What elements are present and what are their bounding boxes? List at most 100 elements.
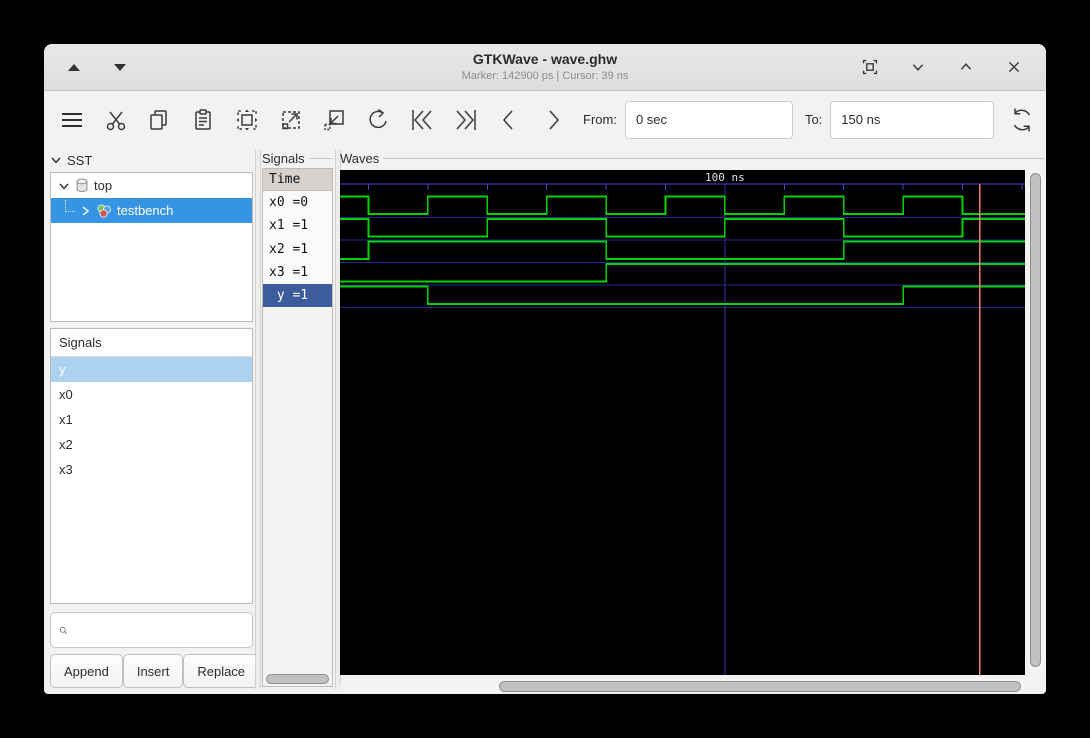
zoom-in-icon xyxy=(281,110,300,129)
close-button[interactable] xyxy=(1002,55,1026,79)
chevron-right-icon xyxy=(549,110,560,129)
main-content: SST top testbench Signals y x0 x1 x2 x3 … xyxy=(44,148,1046,694)
zoom-fit-icon xyxy=(236,109,258,130)
frame-divider xyxy=(308,157,333,159)
insert-button[interactable]: Insert xyxy=(122,654,184,688)
waves-panel: Waves 100 ns xyxy=(340,150,1044,693)
copy-icon xyxy=(150,109,168,130)
signals-hscrollbar[interactable] xyxy=(265,673,330,684)
time-header[interactable]: Time xyxy=(263,169,332,191)
desktop: { "window": { "title": "GTKWave - wave.g… xyxy=(0,0,1090,738)
signal-row-x2[interactable]: x2 =1 xyxy=(263,237,332,261)
database-cylinder-icon xyxy=(76,178,88,192)
signals-frame-label: Signals xyxy=(262,150,305,166)
waves-frame-label: Waves xyxy=(340,150,380,166)
chevron-up-icon xyxy=(960,63,972,70)
signal-list-item-x2[interactable]: x2 xyxy=(51,432,252,457)
signal-search-panel: Signals y x0 x1 x2 x3 xyxy=(50,328,253,604)
zoom-in-button[interactable] xyxy=(271,100,311,140)
zoom-out-button[interactable] xyxy=(315,100,355,140)
toolbar: From: To: xyxy=(44,91,1046,148)
shade-down-button[interactable] xyxy=(108,55,132,79)
gtkwave-window: GTKWave - wave.ghw Marker: 142900 ps | C… xyxy=(44,44,1046,694)
signal-list-header[interactable]: Signals xyxy=(51,329,252,357)
shift-left-button[interactable] xyxy=(490,100,530,140)
signals-panel: Signals Time x0 =0 x1 =1 x2 =1 x3 =1 y =… xyxy=(262,150,333,689)
scrollbar-thumb[interactable] xyxy=(1030,173,1041,667)
cut-button[interactable] xyxy=(96,100,136,140)
pane-splitter-left[interactable] xyxy=(255,150,261,689)
titlebar[interactable]: GTKWave - wave.ghw Marker: 142900 ps | C… xyxy=(44,44,1046,91)
undo-icon xyxy=(369,108,387,128)
signal-row-y[interactable]: y =1 xyxy=(263,284,332,308)
sst-label: SST xyxy=(67,152,93,168)
scrollbar-thumb[interactable] xyxy=(499,681,1021,692)
waves-vscrollbar[interactable] xyxy=(1028,170,1042,675)
search-icon xyxy=(59,626,68,634)
reload-button[interactable] xyxy=(1002,100,1042,140)
waves-frame-header: Waves xyxy=(340,150,1044,166)
reload-icon xyxy=(1014,108,1031,131)
tree-item-label: top xyxy=(94,178,113,193)
sst-panel: SST top testbench Signals y x0 x1 x2 x3 … xyxy=(50,150,260,689)
go-to-start-button[interactable] xyxy=(402,100,442,140)
minimize-button[interactable] xyxy=(906,55,930,79)
window-controls xyxy=(858,44,1026,90)
triangle-down-icon xyxy=(114,63,126,71)
tree-connector-line xyxy=(65,200,75,212)
menu-button[interactable] xyxy=(52,100,92,140)
copy-button[interactable] xyxy=(140,100,180,140)
from-input[interactable] xyxy=(624,100,793,139)
sst-header[interactable]: SST xyxy=(50,150,253,170)
go-to-end-button[interactable] xyxy=(446,100,486,140)
clipboard-paste-icon xyxy=(195,108,211,130)
search-input[interactable] xyxy=(72,614,252,646)
signal-list-item-y[interactable]: y xyxy=(51,357,252,382)
tree-item-top[interactable]: top xyxy=(51,173,252,198)
expander-right-icon[interactable] xyxy=(80,205,91,217)
append-button[interactable]: Append xyxy=(50,654,123,688)
zoom-out-icon xyxy=(324,109,345,130)
module-icon xyxy=(97,204,111,217)
chevron-down-icon xyxy=(912,64,924,71)
chevron-left-icon xyxy=(503,110,513,129)
triangle-up-icon xyxy=(68,63,80,71)
replace-button[interactable]: Replace xyxy=(183,654,260,688)
fullscreen-button[interactable] xyxy=(858,55,882,79)
shade-up-button[interactable] xyxy=(62,55,86,79)
to-label: To: xyxy=(804,112,823,127)
waveform-svg: 100 ns xyxy=(340,171,1025,675)
zoom-fit-button[interactable] xyxy=(227,100,267,140)
skip-to-start-icon xyxy=(412,109,432,130)
waves-hscrollbar[interactable] xyxy=(340,679,1025,693)
signal-search-box[interactable] xyxy=(50,612,253,648)
frame-divider xyxy=(383,157,1044,159)
to-input[interactable] xyxy=(830,100,995,139)
shift-right-button[interactable] xyxy=(533,100,573,140)
undo-button[interactable] xyxy=(358,100,398,140)
wave-display[interactable]: 100 ns xyxy=(340,170,1025,675)
from-label: From: xyxy=(583,112,617,127)
signal-list-item-x1[interactable]: x1 xyxy=(51,407,252,432)
hamburger-menu-icon xyxy=(61,112,82,127)
hierarchy-tree: top testbench xyxy=(50,172,253,322)
paste-button[interactable] xyxy=(183,100,223,140)
signal-list-item-x3[interactable]: x3 xyxy=(51,457,252,482)
tree-item-label: testbench xyxy=(117,203,174,218)
skip-to-end-icon xyxy=(456,109,476,130)
signal-list-item-x0[interactable]: x0 xyxy=(51,382,252,407)
signal-action-buttons: Append Insert Replace xyxy=(50,654,260,688)
titlebar-left-controls xyxy=(62,44,132,90)
scrollbar-thumb[interactable] xyxy=(266,674,329,684)
tree-item-testbench[interactable]: testbench xyxy=(51,198,252,223)
close-icon xyxy=(1008,61,1020,73)
signal-row-x3[interactable]: x3 =1 xyxy=(263,260,332,285)
expander-down-icon[interactable] xyxy=(58,180,70,192)
signal-row-x0[interactable]: x0 =0 xyxy=(263,191,332,215)
fullscreen-icon xyxy=(862,59,878,75)
expander-down-icon xyxy=(51,157,61,164)
signal-name-list: Time x0 =0 x1 =1 x2 =1 x3 =1 y =1 xyxy=(262,168,333,687)
svg-text:100 ns: 100 ns xyxy=(705,171,745,184)
maximize-button[interactable] xyxy=(954,55,978,79)
signal-row-x1[interactable]: x1 =1 xyxy=(263,214,332,238)
